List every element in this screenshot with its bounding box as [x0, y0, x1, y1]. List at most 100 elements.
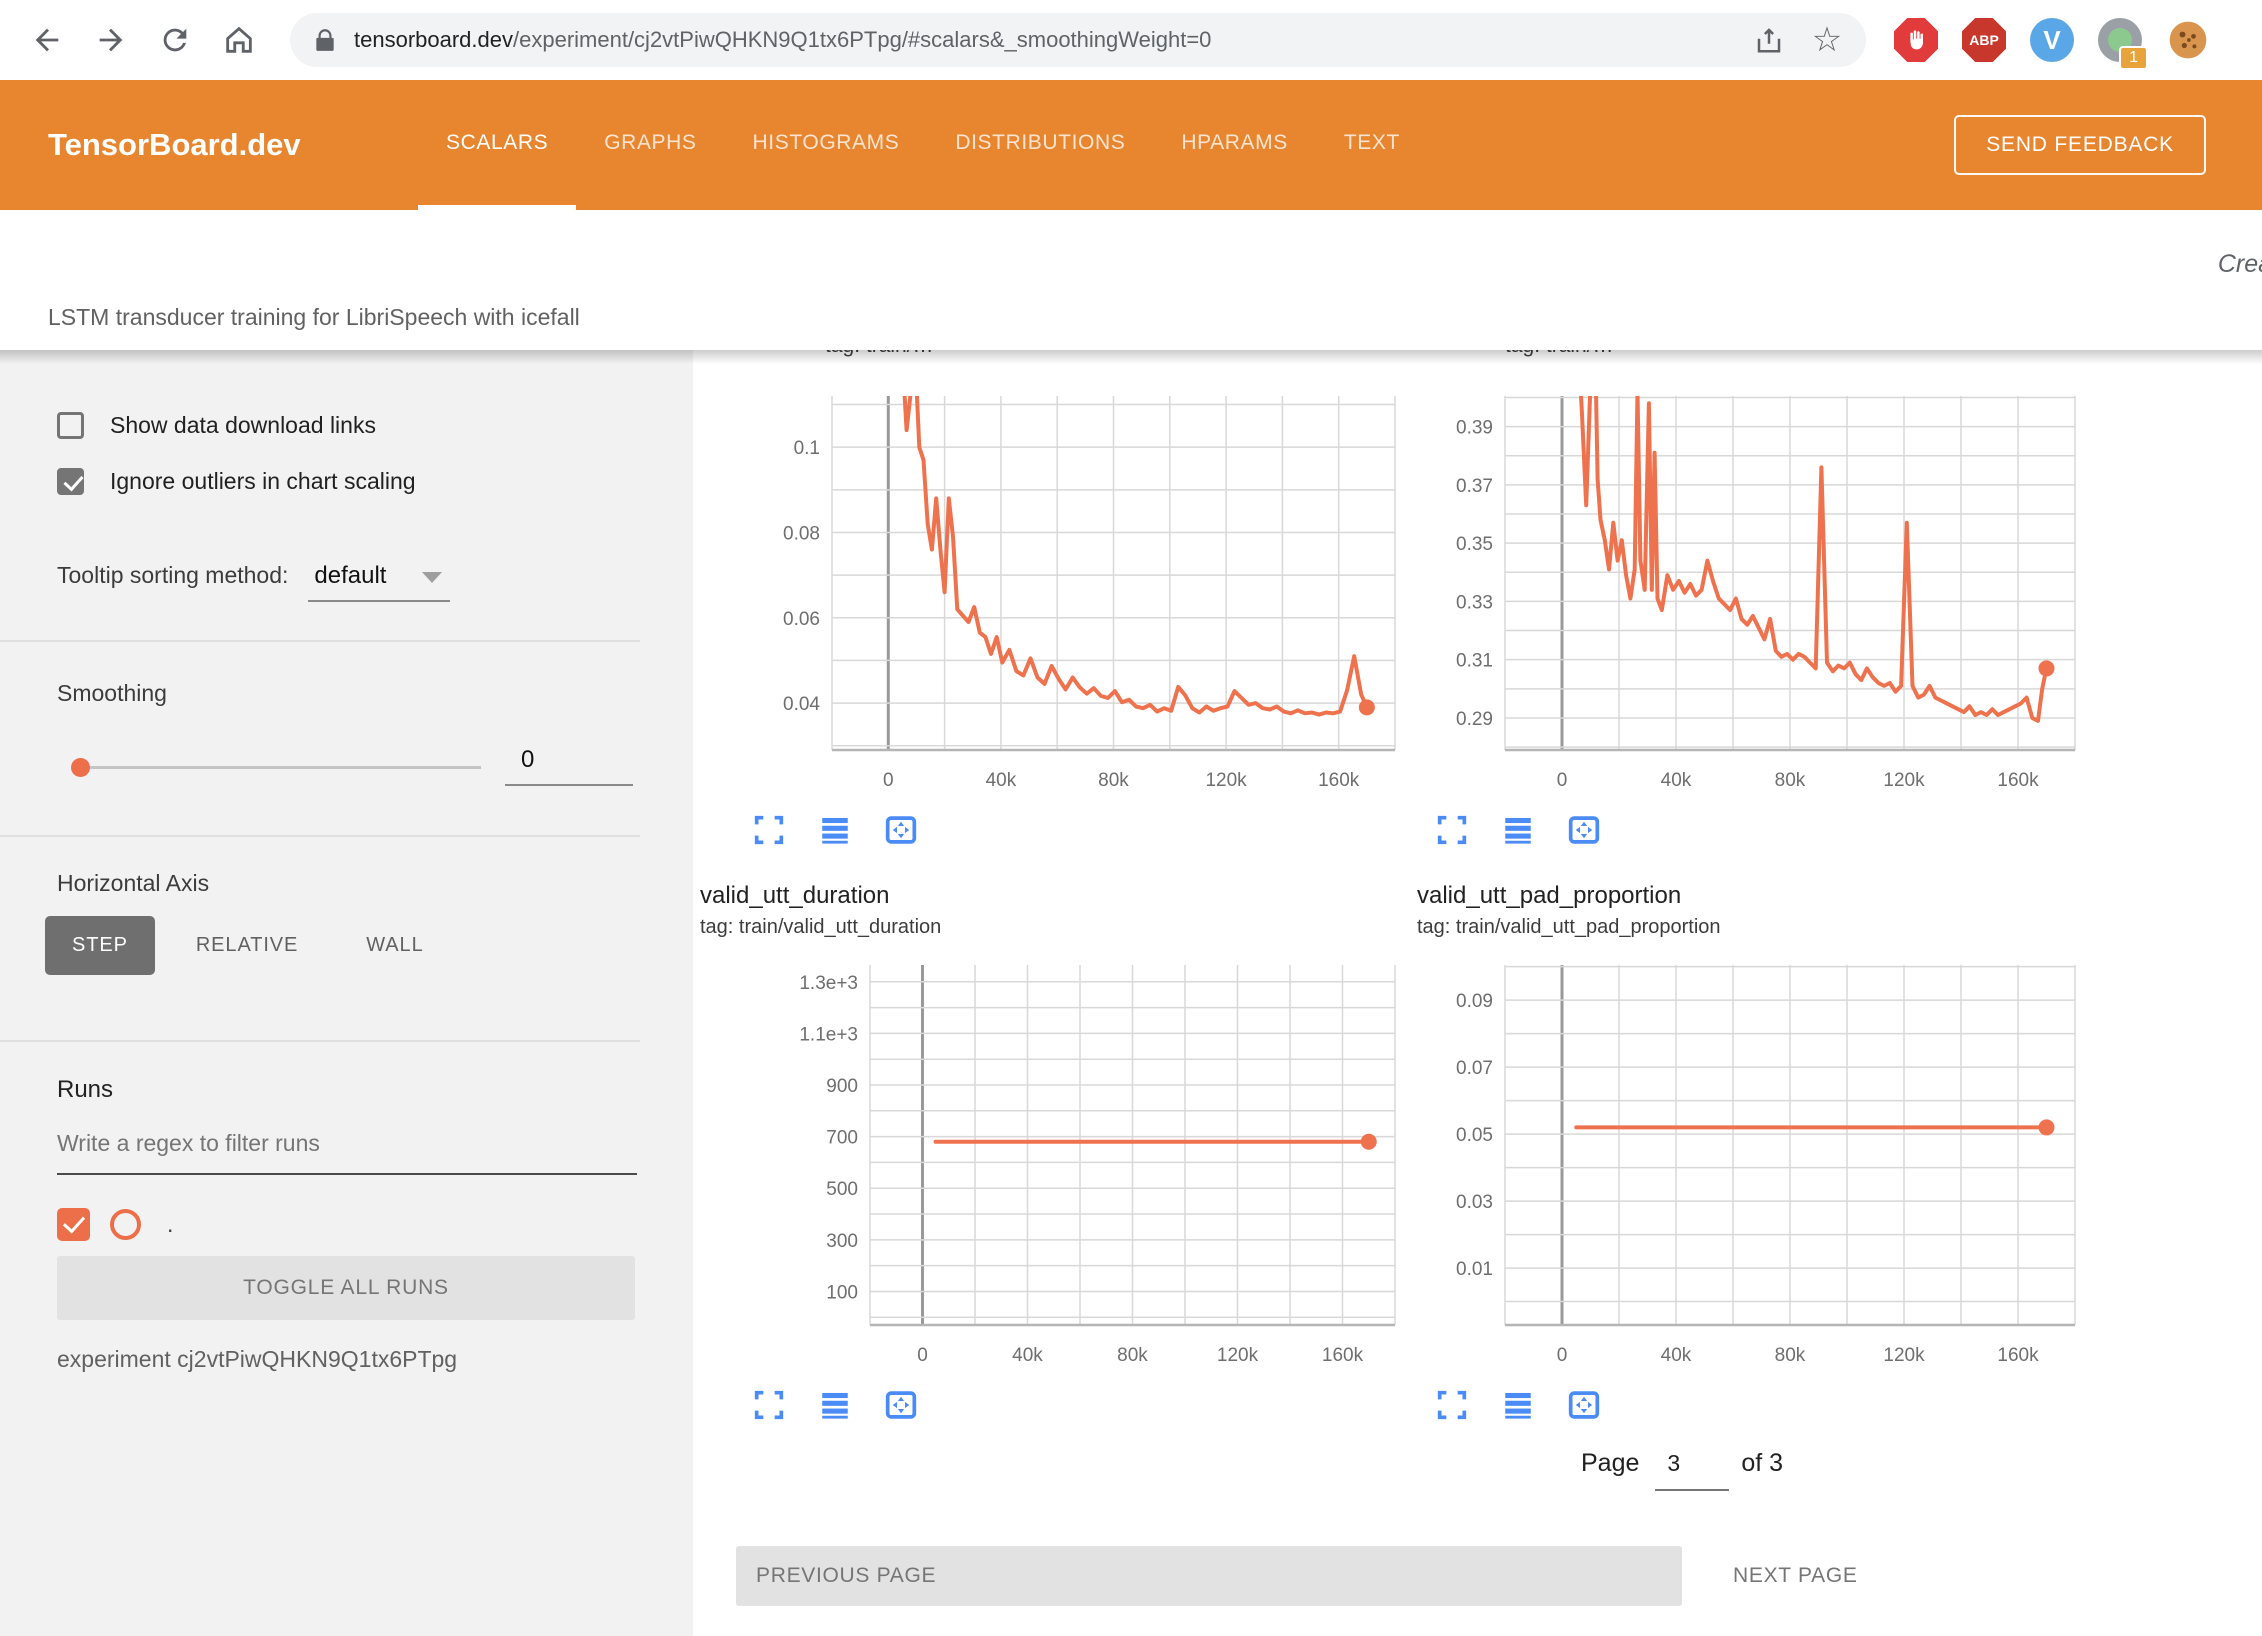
smoothing-slider-track[interactable] — [81, 766, 481, 769]
x-tick-label: 80k — [1098, 770, 1129, 791]
tab-text[interactable]: TEXT — [1316, 80, 1428, 210]
expand-chart-icon[interactable] — [1435, 813, 1469, 847]
step-axis-button[interactable]: STEP — [45, 916, 155, 975]
top-left-chart-tag-clipped: tag: train/… — [825, 350, 1401, 362]
show-download-links-checkbox-row[interactable]: Show data download links — [57, 412, 376, 439]
bookmark-star-icon[interactable]: ☆ — [1810, 25, 1844, 55]
top-left-chart[interactable]: 0.040.060.080.1040k80k120k160k — [700, 396, 1401, 800]
x-tick-label: 0 — [883, 770, 894, 791]
relative-axis-button[interactable]: RELATIVE — [169, 916, 325, 975]
previous-page-button[interactable]: PREVIOUS PAGE — [736, 1546, 1682, 1606]
tab-histograms[interactable]: HISTOGRAMS — [725, 80, 928, 210]
tooltip-sorting-label: Tooltip sorting method: — [57, 562, 288, 589]
smoothing-label: Smoothing — [57, 680, 167, 707]
y-tick-label: 0.05 — [1456, 1125, 1493, 1146]
data-table-icon[interactable] — [818, 1388, 852, 1422]
y-tick-label: 100 — [826, 1282, 858, 1303]
run-checkbox[interactable] — [57, 1208, 90, 1241]
top-right-chart[interactable]: 0.290.310.330.350.370.39040k80k120k160k — [1417, 396, 2081, 800]
expand-chart-icon[interactable] — [752, 1388, 786, 1422]
forward-icon[interactable] — [94, 23, 128, 57]
data-table-icon[interactable] — [1501, 813, 1535, 847]
run-color-swatch — [110, 1209, 141, 1240]
home-icon[interactable] — [222, 23, 256, 57]
send-feedback-button[interactable]: SEND FEEDBACK — [1954, 115, 2206, 175]
tab-hparams[interactable]: HPARAMS — [1153, 80, 1316, 210]
smoothing-slider-row: 0 — [57, 754, 639, 782]
y-tick-label: 1.1e+3 — [799, 1024, 858, 1045]
url-domain: tensorboard.dev — [354, 27, 513, 52]
back-icon[interactable] — [30, 23, 64, 57]
fit-domain-icon[interactable] — [1567, 813, 1601, 847]
y-tick-label: 700 — [826, 1128, 858, 1149]
x-tick-label: 160k — [1322, 1345, 1364, 1366]
tab-graphs[interactable]: GRAPHS — [576, 80, 724, 210]
y-tick-label: 1.3e+3 — [799, 973, 858, 994]
page-of-label: of 3 — [1741, 1449, 1783, 1478]
smoothing-slider-knob[interactable] — [71, 758, 90, 777]
top-right-chart-tag-clipped: tag: train/… — [1505, 350, 2081, 362]
cookie-extension-icon[interactable] — [2166, 18, 2210, 62]
fit-domain-icon[interactable] — [884, 813, 918, 847]
y-tick-label: 0.08 — [783, 523, 820, 544]
series-end-dot — [1359, 699, 1375, 715]
series-end-dot — [2039, 660, 2055, 676]
chart-card-valid-utt-duration: valid_utt_durationtag: train/valid_utt_d… — [700, 878, 1401, 1422]
valid-utt-pad-proportion-chart[interactable]: 0.010.030.050.070.09040k80k120k160k — [1417, 965, 2081, 1375]
y-tick-label: 0.29 — [1456, 709, 1493, 730]
chart-card-valid-utt-pad-proportion: valid_utt_pad_proportion tag: train/valid… — [1417, 878, 2081, 1422]
y-tick-label: 0.06 — [783, 609, 820, 630]
run-regex-input[interactable]: Write a regex to filter runs — [57, 1130, 637, 1175]
series-end-dot — [2039, 1119, 2055, 1135]
experiment-header: Crea LSTM transducer training for LibriS… — [0, 210, 2262, 350]
ignore-outliers-checkbox[interactable] — [57, 468, 84, 495]
next-page-button[interactable]: NEXT PAGE — [1717, 1546, 1874, 1606]
y-tick-label: 0.39 — [1456, 418, 1493, 439]
page-number-input[interactable]: 3 — [1655, 1446, 1729, 1491]
x-tick-label: 160k — [1997, 1345, 2039, 1366]
y-tick-label: 0.04 — [783, 694, 820, 715]
charts-main: tag: train/…0.040.060.080.1040k80k120k16… — [693, 350, 2262, 1636]
wall-axis-button[interactable]: WALL — [339, 916, 450, 975]
ignore-outliers-checkbox-row[interactable]: Ignore outliers in chart scaling — [57, 468, 416, 495]
expand-chart-icon[interactable] — [752, 813, 786, 847]
tooltip-sorting-dropdown[interactable]: default — [308, 562, 450, 602]
tab-distributions[interactable]: DISTRIBUTIONS — [927, 80, 1153, 210]
fit-domain-icon[interactable] — [884, 1388, 918, 1422]
adblock-extension-icon[interactable] — [1894, 18, 1938, 62]
settings-sidebar: Show data download links Ignore outliers… — [0, 350, 693, 1636]
profile-extension-icon[interactable]: 1 — [2098, 18, 2142, 62]
data-table-icon[interactable] — [818, 813, 852, 847]
y-tick-label: 500 — [826, 1179, 858, 1200]
x-tick-label: 40k — [1012, 1345, 1043, 1366]
valid-utt-duration-chart[interactable]: 1003005007009001.1e+31.3e+3040k80k120k16… — [700, 965, 1401, 1375]
x-tick-label: 160k — [1997, 770, 2039, 791]
run-list-item[interactable]: . — [57, 1208, 173, 1241]
valid-utt-pad-proportion-chart-tag: tag: train/valid_utt_pad_proportion — [1417, 916, 2081, 939]
x-tick-label: 120k — [1883, 1345, 1925, 1366]
divider — [0, 835, 640, 837]
y-tick-label: 0.37 — [1456, 476, 1493, 497]
pagination: Page 3 of 3 — [1581, 1446, 1783, 1491]
x-tick-label: 80k — [1775, 1345, 1806, 1366]
v-extension-icon[interactable]: V — [2030, 18, 2074, 62]
toggle-all-runs-button[interactable]: TOGGLE ALL RUNS — [57, 1256, 635, 1320]
address-bar[interactable]: tensorboard.dev/experiment/cj2vtPiwQHKN9… — [290, 13, 1866, 67]
y-tick-label: 0.03 — [1456, 1192, 1493, 1213]
fit-domain-icon[interactable] — [1567, 1388, 1601, 1422]
abp-extension-icon[interactable]: ABP — [1962, 18, 2006, 62]
reload-icon[interactable] — [158, 23, 192, 57]
tab-scalars[interactable]: SCALARS — [418, 80, 576, 210]
browser-toolbar: tensorboard.dev/experiment/cj2vtPiwQHKN9… — [0, 0, 2262, 80]
smoothing-value-input[interactable]: 0 — [505, 746, 633, 786]
tensorboard-logo[interactable]: TensorBoard.dev — [48, 127, 348, 163]
expand-chart-icon[interactable] — [1435, 1388, 1469, 1422]
show-download-links-checkbox[interactable] — [57, 412, 84, 439]
v-label: V — [2043, 25, 2060, 56]
lock-icon — [312, 27, 338, 53]
valid-utt-pad-proportion-chart-title: valid_utt_pad_proportion — [1417, 882, 2081, 910]
share-icon[interactable] — [1754, 25, 1784, 55]
x-tick-label: 80k — [1117, 1345, 1148, 1366]
extensions-row: ABP V 1 — [1894, 18, 2210, 62]
data-table-icon[interactable] — [1501, 1388, 1535, 1422]
